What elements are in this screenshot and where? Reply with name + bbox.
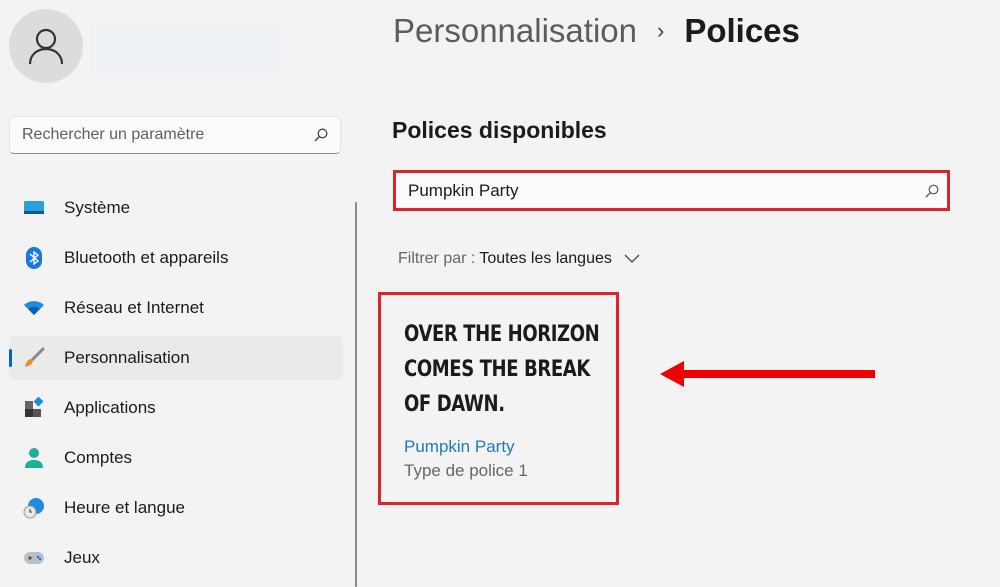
- font-name: Pumpkin Party: [404, 437, 515, 456]
- profile-name-area: [90, 25, 280, 75]
- chevron-down-icon: [624, 254, 640, 263]
- sidebar-item-label: Heure et langue: [64, 498, 185, 517]
- breadcrumb: Personnalisation › Polices: [393, 12, 800, 50]
- apps-icon: [23, 397, 45, 419]
- font-search-input[interactable]: Pumpkin Party: [393, 170, 950, 211]
- active-indicator: [9, 349, 12, 367]
- font-type: Type de police 1: [404, 461, 528, 480]
- sidebar-item-personnalisation[interactable]: Personnalisation: [9, 336, 343, 380]
- globe-clock-icon: [23, 497, 45, 519]
- sidebar-item-label: Réseau et Internet: [64, 298, 204, 317]
- sidebar-item-jeux[interactable]: Jeux: [9, 536, 343, 580]
- sidebar-item-label: Applications: [64, 398, 156, 417]
- font-card[interactable]: Over the horizon comes the break of dawn…: [378, 292, 619, 505]
- font-sample-text: Over the horizon comes the break of dawn…: [404, 322, 600, 417]
- paintbrush-icon: [23, 347, 45, 369]
- font-search-value: Pumpkin Party: [408, 180, 519, 200]
- language-filter-dropdown[interactable]: Filtrer par : Toutes les langues: [398, 250, 640, 268]
- person-icon: [23, 447, 45, 469]
- sidebar-item-applications[interactable]: Applications: [9, 386, 343, 430]
- page-title: Polices: [684, 12, 800, 49]
- sidebar-item-comptes[interactable]: Comptes: [9, 436, 343, 480]
- sidebar-item-label: Système: [64, 198, 131, 217]
- sidebar-item-systeme[interactable]: Système: [9, 186, 343, 230]
- section-title: Polices disponibles: [392, 117, 607, 143]
- sidebar-item-reseau-et-internet[interactable]: Réseau et Internet: [9, 286, 343, 330]
- search-icon[interactable]: [314, 128, 328, 142]
- sidebar-scrollbar[interactable]: [355, 202, 357, 587]
- annotation-arrow: [660, 361, 875, 387]
- avatar[interactable]: [9, 9, 83, 83]
- breadcrumb-separator: ›: [657, 18, 665, 43]
- sidebar-item-label: Comptes: [64, 448, 133, 467]
- wifi-icon: [23, 297, 45, 319]
- user-icon: [28, 28, 64, 65]
- monitor-icon: [23, 197, 45, 219]
- sidebar-item-bluetooth-et-appareils[interactable]: Bluetooth et appareils: [9, 236, 343, 280]
- sidebar-item-label: Personnalisation: [64, 348, 190, 367]
- sidebar-item-heure-et-langue[interactable]: Heure et langue: [9, 486, 343, 530]
- search-placeholder: Rechercher un paramètre: [22, 126, 205, 143]
- sidebar-item-label: Bluetooth et appareils: [64, 248, 229, 267]
- settings-search-input[interactable]: Rechercher un paramètre: [9, 116, 341, 154]
- breadcrumb-parent[interactable]: Personnalisation: [393, 12, 637, 50]
- bluetooth-icon: [23, 247, 45, 269]
- filter-label: Filtrer par :: [398, 250, 476, 267]
- filter-value: Toutes les langues: [479, 250, 612, 267]
- search-icon[interactable]: [925, 184, 939, 198]
- gamepad-icon: [23, 547, 45, 569]
- sidebar-item-label: Jeux: [64, 548, 100, 567]
